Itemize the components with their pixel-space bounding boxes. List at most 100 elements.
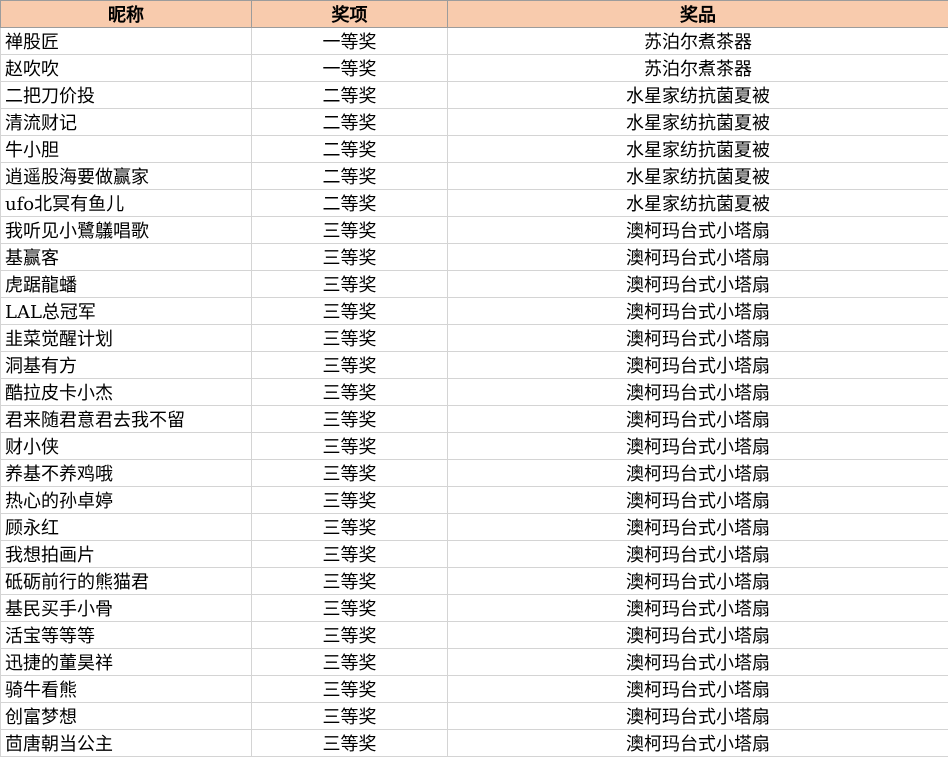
cell-award[interactable]: 三等奖 <box>252 244 448 271</box>
cell-nickname[interactable]: 韭菜觉醒计划 <box>1 325 252 352</box>
cell-award[interactable]: 二等奖 <box>252 163 448 190</box>
cell-award[interactable]: 三等奖 <box>252 595 448 622</box>
cell-award[interactable]: 二等奖 <box>252 109 448 136</box>
cell-prize[interactable]: 苏泊尔煮茶器 <box>448 55 948 82</box>
cell-prize[interactable]: 澳柯玛台式小塔扇 <box>448 703 948 730</box>
cell-prize[interactable]: 澳柯玛台式小塔扇 <box>448 622 948 649</box>
cell-prize[interactable]: 澳柯玛台式小塔扇 <box>448 433 948 460</box>
cell-nickname[interactable]: 我想拍画片 <box>1 541 252 568</box>
table-row: 活宝等等等三等奖澳柯玛台式小塔扇 <box>1 622 948 649</box>
cell-prize[interactable]: 澳柯玛台式小塔扇 <box>448 514 948 541</box>
cell-nickname[interactable]: 活宝等等等 <box>1 622 252 649</box>
cell-award[interactable]: 三等奖 <box>252 217 448 244</box>
cell-award[interactable]: 二等奖 <box>252 82 448 109</box>
cell-award[interactable]: 二等奖 <box>252 136 448 163</box>
cell-nickname[interactable]: 基民买手小骨 <box>1 595 252 622</box>
cell-award[interactable]: 三等奖 <box>252 460 448 487</box>
cell-award[interactable]: 一等奖 <box>252 55 448 82</box>
cell-nickname[interactable]: 洞基有方 <box>1 352 252 379</box>
cell-award[interactable]: 三等奖 <box>252 568 448 595</box>
cell-prize[interactable]: 澳柯玛台式小塔扇 <box>448 460 948 487</box>
cell-prize[interactable]: 澳柯玛台式小塔扇 <box>448 730 948 757</box>
cell-nickname[interactable]: 养基不养鸡哦 <box>1 460 252 487</box>
cell-nickname[interactable]: 二把刀价投 <box>1 82 252 109</box>
cell-prize[interactable]: 澳柯玛台式小塔扇 <box>448 325 948 352</box>
table-row: LAL总冠军三等奖澳柯玛台式小塔扇 <box>1 298 948 325</box>
cell-award[interactable]: 三等奖 <box>252 433 448 460</box>
cell-award[interactable]: 三等奖 <box>252 622 448 649</box>
cell-award[interactable]: 三等奖 <box>252 514 448 541</box>
cell-nickname[interactable]: 清流财记 <box>1 109 252 136</box>
cell-nickname[interactable]: 虎踞龍蟠 <box>1 271 252 298</box>
cell-prize[interactable]: 澳柯玛台式小塔扇 <box>448 406 948 433</box>
cell-nickname[interactable]: LAL总冠军 <box>1 298 252 325</box>
cell-award[interactable]: 三等奖 <box>252 379 448 406</box>
cell-nickname[interactable]: 我听见小鷺鸃唱歌 <box>1 217 252 244</box>
cell-nickname[interactable]: 创富梦想 <box>1 703 252 730</box>
cell-prize[interactable]: 水星家纺抗菌夏被 <box>448 82 948 109</box>
table-row: 我想拍画片三等奖澳柯玛台式小塔扇 <box>1 541 948 568</box>
cell-award[interactable]: 三等奖 <box>252 541 448 568</box>
table-row: 虎踞龍蟠三等奖澳柯玛台式小塔扇 <box>1 271 948 298</box>
cell-nickname[interactable]: ufo北冥有鱼儿 <box>1 190 252 217</box>
cell-nickname[interactable]: 君来随君意君去我不留 <box>1 406 252 433</box>
table-row: 财小侠三等奖澳柯玛台式小塔扇 <box>1 433 948 460</box>
table-row: 禅股匠一等奖苏泊尔煮茶器 <box>1 28 948 55</box>
cell-award[interactable]: 三等奖 <box>252 298 448 325</box>
cell-award[interactable]: 三等奖 <box>252 352 448 379</box>
table-row: 创富梦想三等奖澳柯玛台式小塔扇 <box>1 703 948 730</box>
cell-prize[interactable]: 水星家纺抗菌夏被 <box>448 190 948 217</box>
cell-prize[interactable]: 澳柯玛台式小塔扇 <box>448 244 948 271</box>
table-row: 牛小胆二等奖水星家纺抗菌夏被 <box>1 136 948 163</box>
cell-prize[interactable]: 澳柯玛台式小塔扇 <box>448 649 948 676</box>
cell-prize[interactable]: 澳柯玛台式小塔扇 <box>448 298 948 325</box>
cell-prize[interactable]: 苏泊尔煮茶器 <box>448 28 948 55</box>
cell-award[interactable]: 二等奖 <box>252 190 448 217</box>
header-award[interactable]: 奖项 <box>252 1 448 28</box>
cell-award[interactable]: 三等奖 <box>252 325 448 352</box>
table-row: 茴唐朝当公主三等奖澳柯玛台式小塔扇 <box>1 730 948 757</box>
cell-nickname[interactable]: 热心的孙卓婷 <box>1 487 252 514</box>
cell-prize[interactable]: 水星家纺抗菌夏被 <box>448 163 948 190</box>
table-row: 砥砺前行的熊猫君三等奖澳柯玛台式小塔扇 <box>1 568 948 595</box>
table-row: 养基不养鸡哦三等奖澳柯玛台式小塔扇 <box>1 460 948 487</box>
table-row: 我听见小鷺鸃唱歌三等奖澳柯玛台式小塔扇 <box>1 217 948 244</box>
cell-nickname[interactable]: 财小侠 <box>1 433 252 460</box>
cell-award[interactable]: 三等奖 <box>252 703 448 730</box>
cell-prize[interactable]: 水星家纺抗菌夏被 <box>448 109 948 136</box>
cell-prize[interactable]: 澳柯玛台式小塔扇 <box>448 487 948 514</box>
cell-prize[interactable]: 澳柯玛台式小塔扇 <box>448 217 948 244</box>
cell-prize[interactable]: 澳柯玛台式小塔扇 <box>448 352 948 379</box>
cell-award[interactable]: 一等奖 <box>252 28 448 55</box>
cell-nickname[interactable]: 迅捷的董昊祥 <box>1 649 252 676</box>
cell-prize[interactable]: 澳柯玛台式小塔扇 <box>448 271 948 298</box>
cell-nickname[interactable]: 茴唐朝当公主 <box>1 730 252 757</box>
header-nickname[interactable]: 昵称 <box>1 1 252 28</box>
cell-nickname[interactable]: 顾永红 <box>1 514 252 541</box>
cell-nickname[interactable]: 赵吹吹 <box>1 55 252 82</box>
cell-nickname[interactable]: 牛小胆 <box>1 136 252 163</box>
cell-award[interactable]: 三等奖 <box>252 487 448 514</box>
cell-award[interactable]: 三等奖 <box>252 730 448 757</box>
cell-prize[interactable]: 水星家纺抗菌夏被 <box>448 136 948 163</box>
cell-award[interactable]: 三等奖 <box>252 676 448 703</box>
cell-award[interactable]: 三等奖 <box>252 649 448 676</box>
cell-prize[interactable]: 澳柯玛台式小塔扇 <box>448 379 948 406</box>
cell-nickname[interactable]: 逍遥股海要做赢家 <box>1 163 252 190</box>
cell-nickname[interactable]: 禅股匠 <box>1 28 252 55</box>
header-prize[interactable]: 奖品 <box>448 1 948 28</box>
table-body: 禅股匠一等奖苏泊尔煮茶器赵吹吹一等奖苏泊尔煮茶器二把刀价投二等奖水星家纺抗菌夏被… <box>1 28 948 757</box>
cell-prize[interactable]: 澳柯玛台式小塔扇 <box>448 676 948 703</box>
table-row: 君来随君意君去我不留三等奖澳柯玛台式小塔扇 <box>1 406 948 433</box>
cell-nickname[interactable]: 酷拉皮卡小杰 <box>1 379 252 406</box>
cell-nickname[interactable]: 基赢客 <box>1 244 252 271</box>
cell-prize[interactable]: 澳柯玛台式小塔扇 <box>448 595 948 622</box>
cell-award[interactable]: 三等奖 <box>252 271 448 298</box>
cell-nickname[interactable]: 砥砺前行的熊猫君 <box>1 568 252 595</box>
table-row: 迅捷的董昊祥三等奖澳柯玛台式小塔扇 <box>1 649 948 676</box>
cell-award[interactable]: 三等奖 <box>252 406 448 433</box>
cell-prize[interactable]: 澳柯玛台式小塔扇 <box>448 541 948 568</box>
table-row: 基民买手小骨三等奖澳柯玛台式小塔扇 <box>1 595 948 622</box>
cell-prize[interactable]: 澳柯玛台式小塔扇 <box>448 568 948 595</box>
cell-nickname[interactable]: 骑牛看熊 <box>1 676 252 703</box>
